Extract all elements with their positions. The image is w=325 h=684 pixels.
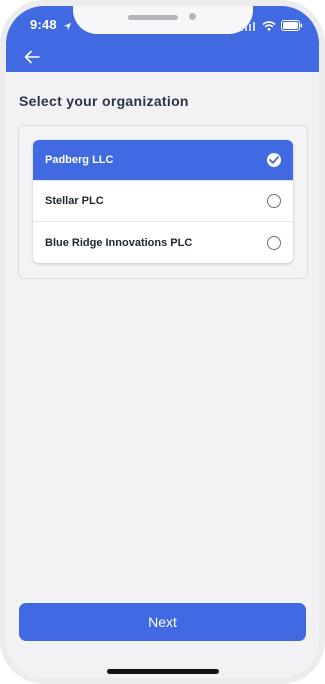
next-button[interactable]: Next [19,603,306,641]
organization-option-stellar[interactable]: Stellar PLC [33,181,293,222]
speaker-grille [128,15,178,20]
radio-unselected-icon [267,194,281,208]
organization-label: Stellar PLC [45,195,104,207]
status-indicators [241,18,303,36]
organization-list: Padberg LLC Stellar PLC Blue Ridge Innov… [33,140,293,263]
app-header: 9:48 [6,6,319,72]
checkmark-circle-icon [267,153,281,167]
status-time: 9:48 [30,17,57,32]
organization-label: Padberg LLC [45,154,114,166]
organization-label: Blue Ridge Innovations PLC [45,236,193,249]
radio-unselected-icon [267,235,281,250]
phone-frame: 9:48 Select your organization Padberg LL… [0,0,325,684]
home-indicator [107,669,219,674]
signal-icon [241,18,257,36]
organization-option-blue-ridge[interactable]: Blue Ridge Innovations PLC [33,222,293,263]
page-title: Select your organization [19,93,189,109]
device-notch [73,6,253,34]
battery-icon [281,18,303,36]
organization-option-padberg[interactable]: Padberg LLC [33,140,293,181]
wifi-icon [262,18,276,36]
arrow-left-icon [24,50,40,69]
location-arrow-icon [63,18,72,36]
front-camera [189,13,196,20]
back-button[interactable] [22,49,42,69]
